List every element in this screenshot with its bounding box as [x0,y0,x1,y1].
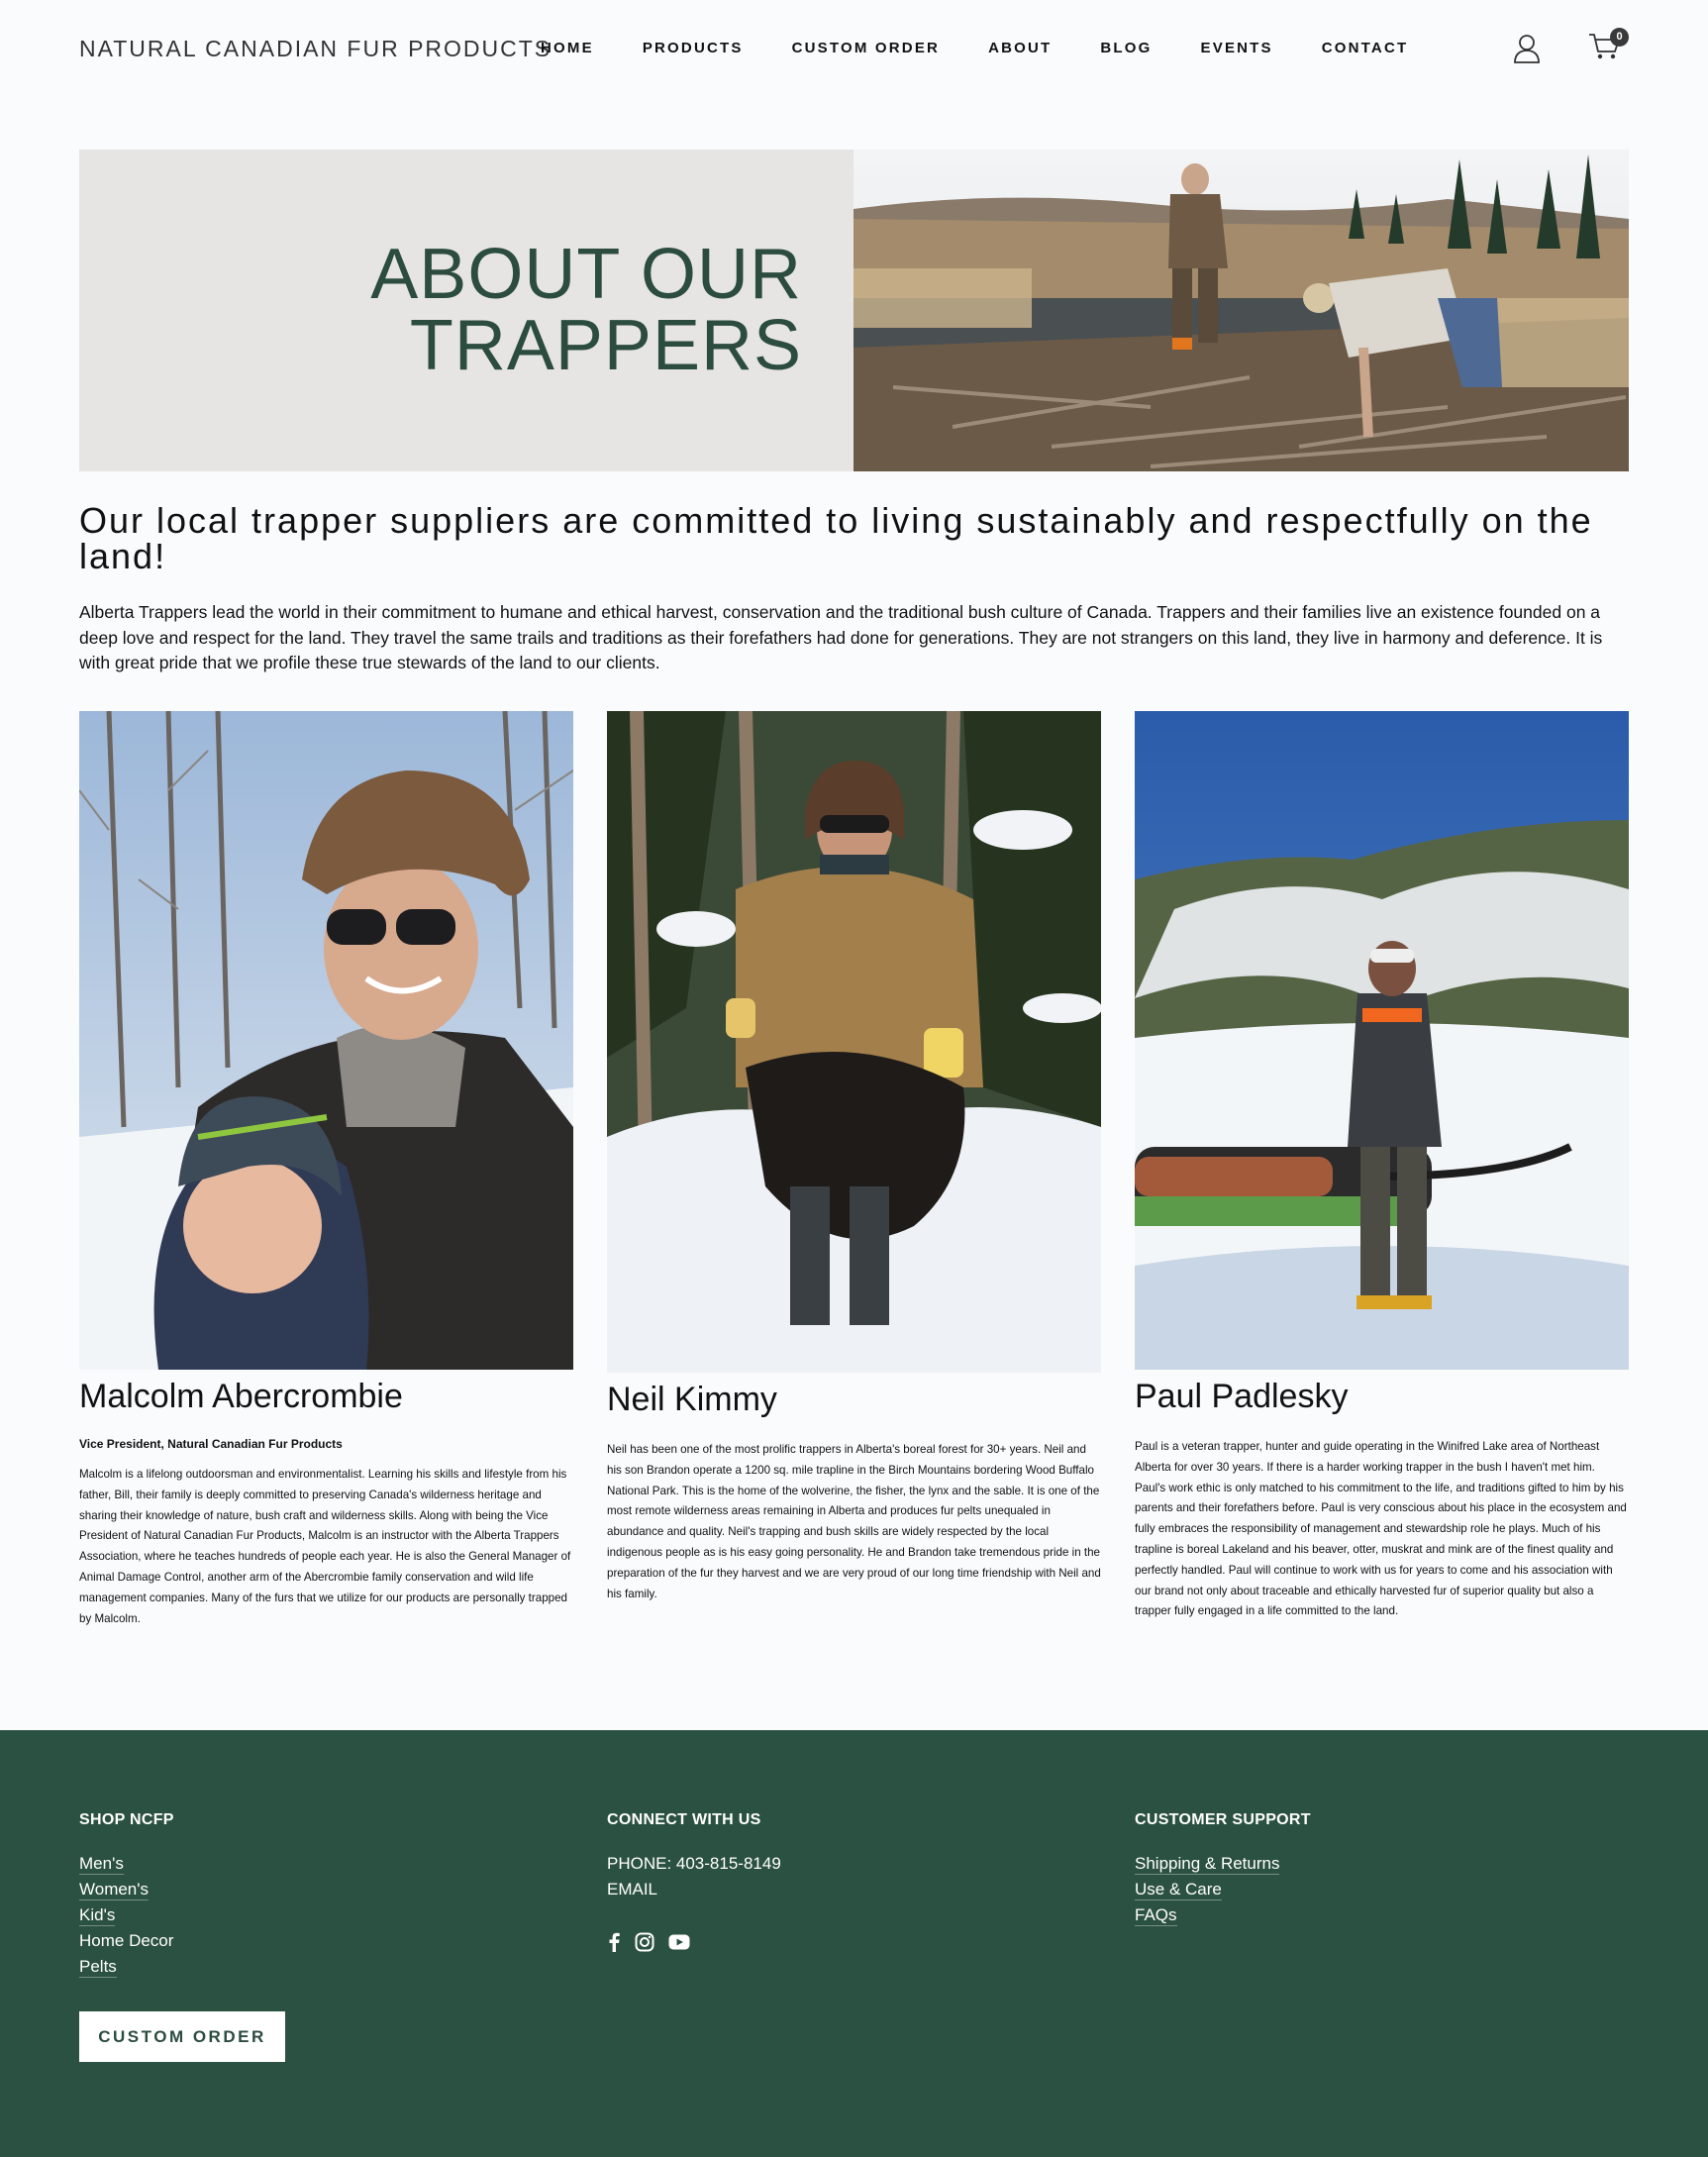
site-header: NATURAL CANADIAN FUR PRODUCTS HOME PRODU… [0,0,1708,95]
footer-link-home-decor[interactable]: Home Decor [79,1931,173,1950]
cart-count-badge: 0 [1610,28,1629,47]
footer-link-kids[interactable]: Kid's [79,1905,116,1926]
trapper-card-neil: Neil Kimmy Neil has been one of the most… [607,711,1101,1604]
nav-home[interactable]: HOME [541,40,594,56]
nav-events[interactable]: EVENTS [1201,40,1273,56]
instagram-icon[interactable] [635,1932,654,1952]
footer-shop-column: SHOP NCFP Men's Women's Kid's Home Decor… [79,1811,174,1980]
trapper-name: Neil Kimmy [607,1381,777,1418]
intro-body: Alberta Trappers lead the world in their… [79,602,1603,672]
trapper-bio: Paul is a veteran trapper, hunter and gu… [1135,1440,1627,1618]
footer-link-womens[interactable]: Women's [79,1880,150,1900]
trapper-photo-neil [607,711,1101,1373]
page-title: ABOUT OUR TRAPPERS [370,239,802,381]
footer-connect-column: CONNECT WITH US PHONE: 403-815-8149 EMAI… [607,1811,781,1952]
footer-support-heading: CUSTOMER SUPPORT [1135,1811,1311,1828]
footer-support-column: CUSTOMER SUPPORT Shipping & Returns Use … [1135,1811,1311,1928]
footer-shop-heading: SHOP NCFP [79,1811,174,1828]
trapper-role: Vice President, Natural Canadian Fur Pro… [79,1437,343,1451]
trapper-photo-malcolm [79,711,573,1370]
custom-order-button[interactable]: CUSTOM ORDER [79,2011,285,2062]
trapper-bio: Malcolm is a lifelong outdoorsman and en… [79,1468,571,1625]
footer-link-mens[interactable]: Men's [79,1854,124,1875]
footer-link-shipping-returns[interactable]: Shipping & Returns [1135,1854,1280,1875]
trapper-bio: Neil has been one of the most prolific t… [607,1443,1101,1600]
hero-title-panel: ABOUT OUR TRAPPERS [79,150,854,471]
page-title-line2: TRAPPERS [409,306,802,385]
hero-photo-trappers-beaver-dam [854,150,1629,471]
site-footer: SHOP NCFP Men's Women's Kid's Home Decor… [0,1730,1708,2157]
facebook-icon[interactable] [607,1932,621,1952]
trapper-name: Malcolm Abercrombie [79,1378,403,1415]
footer-phone[interactable]: PHONE: 403-815-8149 [607,1851,781,1877]
nav-contact[interactable]: CONTACT [1322,40,1409,56]
nav-products[interactable]: PRODUCTS [643,40,744,56]
social-icons [607,1932,781,1952]
nav-about[interactable]: ABOUT [988,40,1052,56]
intro-heading: Our local trapper suppliers are committe… [79,500,1593,576]
nav-custom-order[interactable]: CUSTOM ORDER [792,40,940,56]
footer-link-use-care[interactable]: Use & Care [1135,1880,1222,1900]
footer-connect-heading: CONNECT WITH US [607,1811,761,1828]
trapper-name: Paul Padlesky [1135,1378,1349,1415]
page-title-line1: ABOUT OUR [370,235,802,314]
footer-link-pelts[interactable]: Pelts [79,1957,117,1978]
trapper-card-malcolm: Malcolm Abercrombie Vice President, Natu… [79,711,573,1629]
main-nav: HOME PRODUCTS CUSTOM ORDER ABOUT BLOG EV… [541,40,1457,56]
footer-email-link[interactable]: EMAIL [607,1877,781,1902]
nav-blog[interactable]: BLOG [1100,40,1152,56]
footer-link-faqs[interactable]: FAQs [1135,1905,1177,1926]
youtube-icon[interactable] [668,1934,690,1950]
user-icon[interactable] [1513,34,1541,63]
site-logo[interactable]: NATURAL CANADIAN FUR PRODUCTS [79,36,552,62]
hero-banner: ABOUT OUR TRAPPERS [79,150,1629,471]
trapper-photo-paul [1135,711,1629,1370]
trapper-card-paul: Paul Padlesky Paul is a veteran trapper,… [1135,711,1629,1622]
